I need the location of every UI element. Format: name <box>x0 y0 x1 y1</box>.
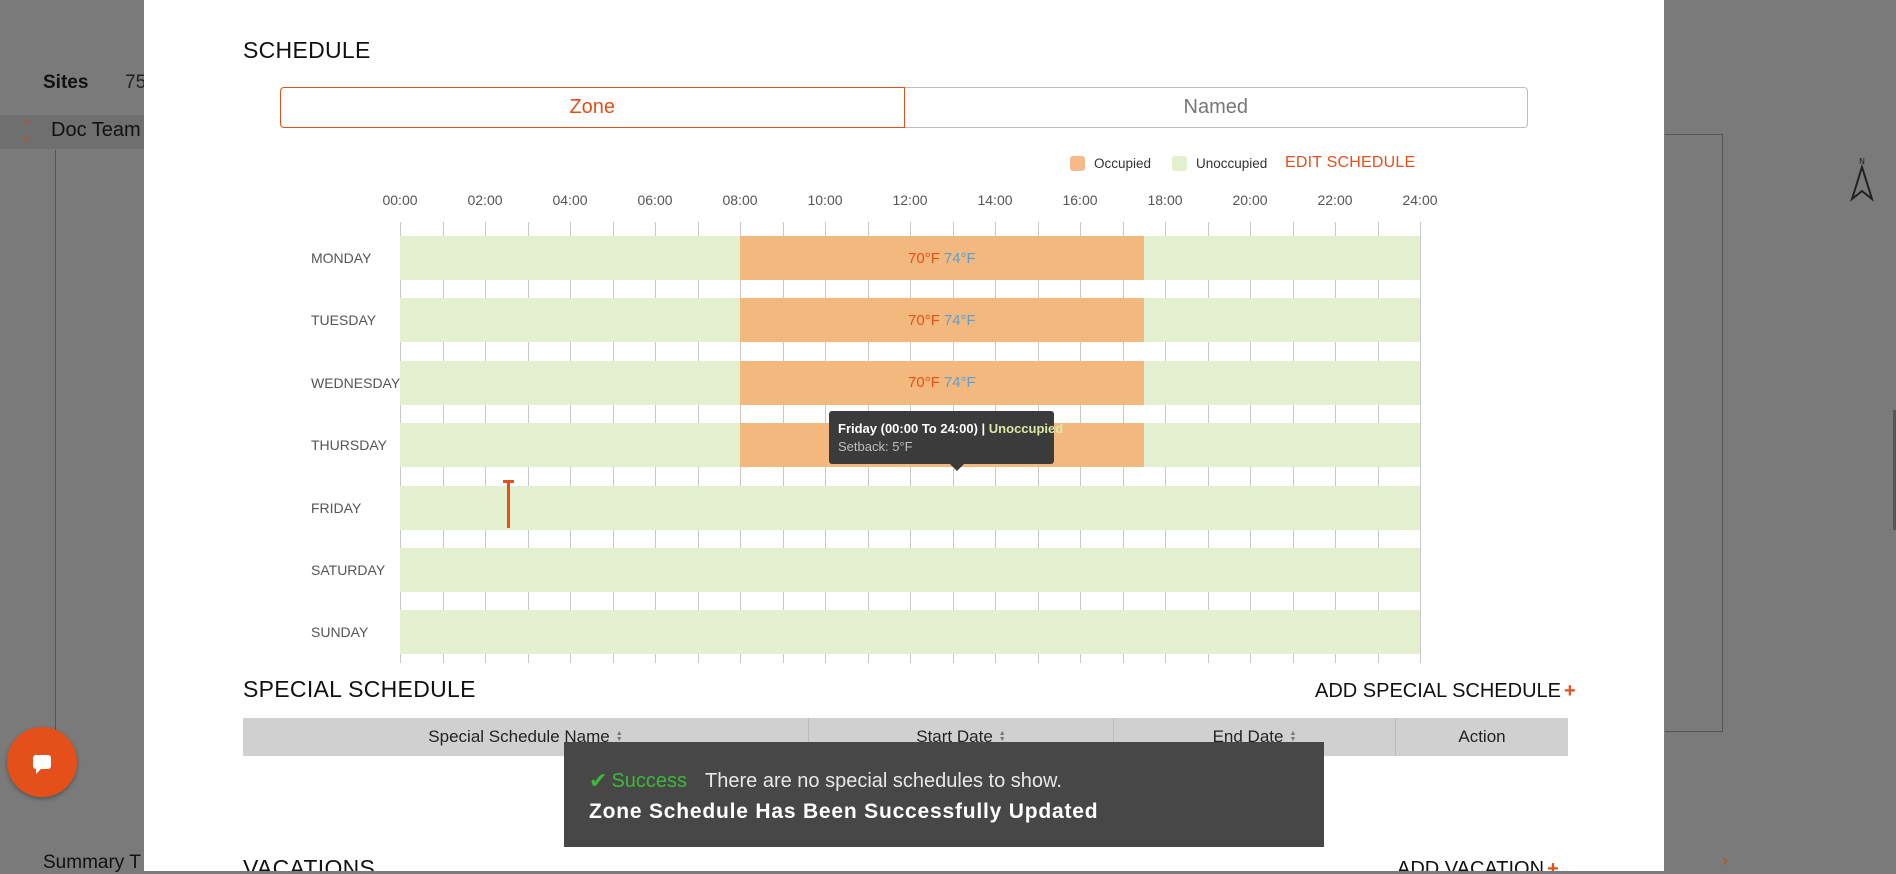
time-label: 14:00 <box>977 192 1013 208</box>
day-label: TUESDAY <box>311 312 377 329</box>
tab-named[interactable]: Named <box>904 87 1528 128</box>
time-label: 16:00 <box>1062 192 1098 208</box>
add-vacation-label: ADD VACATION <box>1397 858 1545 871</box>
edit-schedule-link[interactable]: EDIT SCHEDULE <box>1285 154 1415 172</box>
unoccupied-swatch <box>1172 155 1187 171</box>
occupied-block[interactable]: 70°F74°F <box>740 236 1144 280</box>
add-special-schedule-label: ADD SPECIAL SCHEDULE <box>1315 680 1561 702</box>
time-label: 24:00 <box>1402 192 1438 208</box>
empty-table-message: There are no special schedules to show. <box>705 769 1062 792</box>
plus-icon: + <box>1547 858 1559 871</box>
day-label: MONDAY <box>311 250 372 266</box>
heat-setpoint: 70°F <box>908 249 940 267</box>
legend-occupied-label: Occupied <box>1094 155 1152 171</box>
toast-title: Success <box>611 769 688 792</box>
vacations-heading: VACATIONS <box>243 855 376 871</box>
add-vacation-button[interactable]: ADD VACATION + <box>1397 858 1559 871</box>
day-row-unoccupied[interactable] <box>400 610 1420 655</box>
chat-button[interactable] <box>7 727 77 797</box>
panel-border <box>1665 134 1723 732</box>
day-row-unoccupied[interactable] <box>400 485 1420 530</box>
time-label: 04:00 <box>552 192 588 208</box>
current-time-marker <box>503 480 514 528</box>
heat-setpoint: 70°F <box>908 374 940 392</box>
schedule-heading: SCHEDULE <box>243 37 371 63</box>
time-label: 00:00 <box>382 192 418 208</box>
time-label: 06:00 <box>637 192 673 208</box>
occupied-block[interactable]: 70°F74°F <box>740 298 1144 343</box>
day-row-unoccupied[interactable] <box>400 548 1420 592</box>
cool-setpoint: 74°F <box>943 374 976 392</box>
legend-unoccupied-label: Unoccupied <box>1196 155 1268 171</box>
day-label: THURSDAY <box>311 437 387 454</box>
heat-setpoint: 70°F <box>908 311 940 329</box>
add-special-schedule-button[interactable]: ADD SPECIAL SCHEDULE + <box>1315 680 1576 703</box>
cool-setpoint: 74°F <box>943 249 976 267</box>
success-toast: ✔ Success There are no special schedules… <box>564 742 1324 847</box>
tab-zone[interactable]: Zone <box>280 87 905 128</box>
plus-icon: + <box>1564 680 1576 702</box>
time-label: 08:00 <box>722 192 758 208</box>
special-schedule-heading: SPECIAL SCHEDULE <box>243 676 476 702</box>
schedule-modal: SCHEDULE Zone Named Occupied Unoccupied … <box>144 0 1664 871</box>
grid-line <box>1420 222 1421 663</box>
time-label: 20:00 <box>1232 192 1268 208</box>
sort-arrows-icon: ⌃ ⌄ <box>20 117 32 144</box>
check-icon: ✔ <box>589 768 608 793</box>
legend-unoccupied: Unoccupied <box>1172 153 1267 173</box>
column-label: Action <box>1458 727 1506 746</box>
day-label: FRIDAY <box>311 499 362 516</box>
compass-icon: N <box>1850 157 1874 202</box>
tooltip-status: Unoccupied <box>988 421 1064 436</box>
day-label: SUNDAY <box>311 624 369 641</box>
cool-setpoint: 74°F <box>943 311 976 329</box>
legend-occupied: Occupied <box>1070 153 1151 173</box>
chat-icon <box>33 755 51 774</box>
day-label: WEDNESDAY <box>311 374 401 391</box>
time-label: 18:00 <box>1147 192 1183 208</box>
time-label: 02:00 <box>467 192 503 208</box>
time-label: 10:00 <box>807 192 843 208</box>
time-label: 12:00 <box>892 192 928 208</box>
sites-count: 75 <box>125 72 147 93</box>
schedule-tabs: Zone Named <box>280 87 1528 128</box>
column-action: Action <box>1396 718 1568 756</box>
chevron-right-icon[interactable]: › <box>1722 850 1728 871</box>
org-name: Doc Team <box>51 119 141 141</box>
tooltip-title: Friday (00:00 To 24:00) | <box>838 421 989 436</box>
tooltip-setback: Setback: 5°F <box>838 439 913 454</box>
occupied-block[interactable]: 70°F74°F <box>740 360 1144 405</box>
sites-label: Sites <box>43 72 89 93</box>
schedule-tooltip: Friday (00:00 To 24:00) | Unoccupied Set… <box>829 411 1063 471</box>
time-label: 22:00 <box>1317 192 1353 208</box>
toast-message: Zone Schedule Has Been Successfully Upda… <box>589 800 1099 823</box>
occupied-swatch <box>1070 155 1085 171</box>
day-label: SATURDAY <box>311 562 386 578</box>
panel-border <box>55 150 56 730</box>
